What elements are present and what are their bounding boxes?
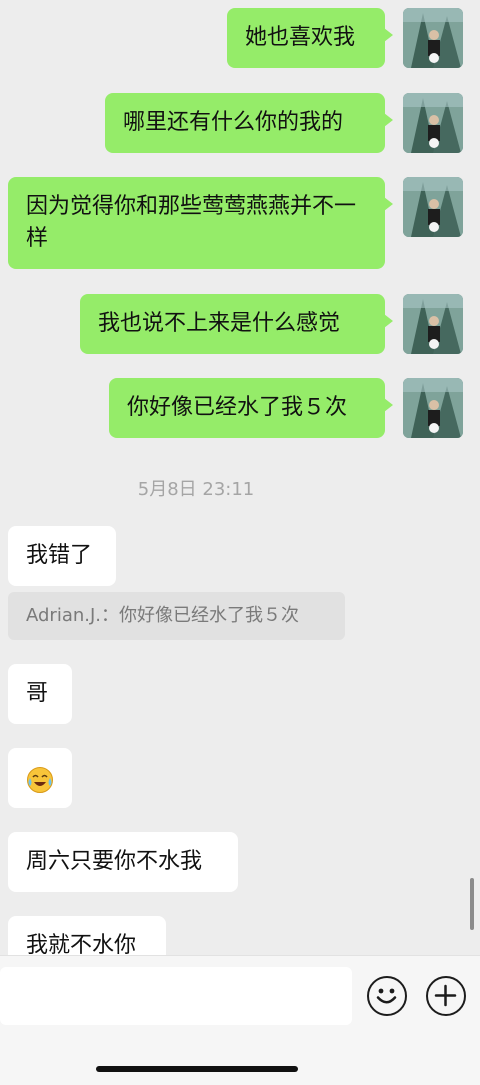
avatar[interactable] [403, 177, 463, 237]
emoji-button[interactable] [367, 976, 407, 1016]
incoming-emoji-message[interactable] [8, 748, 72, 808]
outgoing-message[interactable]: 她也喜欢我 [227, 8, 393, 68]
avatar[interactable] [403, 378, 463, 438]
smiley-icon [376, 988, 397, 1004]
avatar[interactable] [403, 8, 463, 68]
incoming-message[interactable]: 周六只要你不水我 [8, 832, 238, 892]
quoted-message[interactable]: Adrian.J.：你好像已经水了我５次 [8, 592, 345, 640]
home-indicator [96, 1066, 298, 1072]
outgoing-message[interactable]: 因为觉得你和那些莺莺燕燕并不一样 [8, 177, 393, 269]
scrollbar[interactable] [470, 878, 474, 930]
chat-area[interactable]: 她也喜欢我 哪里还有什么你的我的 因为觉得你和那些莺莺燕燕并不一样 我也说不上来… [0, 0, 480, 955]
outgoing-message[interactable]: 我也说不上来是什么感觉 [80, 294, 393, 354]
avatar-image [403, 177, 463, 237]
avatar-image [403, 8, 463, 68]
avatar-image [403, 93, 463, 153]
incoming-message[interactable]: 哥 [8, 664, 72, 724]
avatar[interactable] [403, 294, 463, 354]
outgoing-message[interactable]: 哪里还有什么你的我的 [105, 93, 393, 153]
message-input[interactable] [0, 967, 352, 1025]
avatar[interactable] [403, 93, 463, 153]
incoming-message[interactable]: 我错了 [8, 526, 116, 586]
more-button[interactable] [426, 976, 466, 1016]
incoming-message[interactable]: 我就不水你 [8, 916, 166, 955]
avatar-image [403, 378, 463, 438]
avatar-image [403, 294, 463, 354]
crying-laughing-emoji-icon [27, 767, 53, 793]
outgoing-message[interactable]: 你好像已经水了我５次 [109, 378, 393, 438]
plus-circle-icon [434, 984, 457, 1007]
message-timestamp: 5月8日 23:11 [137, 479, 255, 500]
